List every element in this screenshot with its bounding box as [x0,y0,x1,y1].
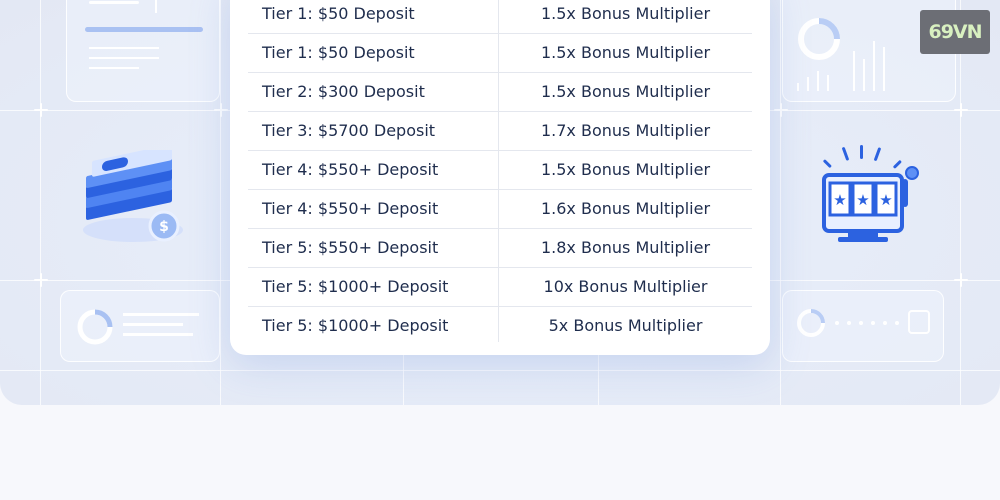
table-row: Tier 5: $550+ Deposit 1.8x Bonus Multipl… [248,228,752,268]
text-lines-graphic [85,0,203,69]
slot-machine-icon: ★ ★ ★ [804,145,924,250]
deposit-cell: Tier 4: $550+ Deposit [262,199,439,218]
table-row: Tier 4: $550+ Deposit 1.6x Bonus Multipl… [248,189,752,229]
bonus-cell: 5x Bonus Multiplier [548,316,703,335]
decor-card [60,290,220,362]
sparkle-icon [774,103,788,117]
deposit-cell: Tier 5: $1000+ Deposit [262,316,449,335]
svg-text:★: ★ [879,191,892,209]
grid-line [960,0,961,405]
deposit-cell: Tier 2: $300 Deposit [262,82,425,101]
money-stack-icon: $ [78,144,188,245]
bonus-cell: 1.7x Bonus Multiplier [540,121,711,140]
bonus-cell: 1.5x Bonus Multiplier [540,82,711,101]
deposit-cell: Tier 1: $50 Deposit [262,43,415,62]
table-row: Tier 3: $5700 Deposit 1.7x Bonus Multipl… [248,111,752,151]
sparkle-icon [214,103,228,117]
bonus-cell: 1.5x Bonus Multiplier [540,4,711,23]
bonus-cell: 1.6x Bonus Multiplier [540,199,711,218]
background-panel: $ ★ ★ ★ Tier 1: $50 Deposit 1.5x Bonus M… [0,0,1000,405]
bonus-tier-table-card: Tier 1: $50 Deposit 1.5x Bonus Multiplie… [230,0,770,355]
progress-graphic [77,309,199,345]
bonus-cell: 1.8x Bonus Multiplier [540,238,711,257]
deposit-cell: Tier 1: $50 Deposit [262,4,415,23]
bonus-cell: 1.5x Bonus Multiplier [540,160,711,179]
grid-line [780,0,781,405]
dots-graphic [797,309,930,337]
deposit-cell: Tier 4: $550+ Deposit [262,160,439,179]
decor-card [782,290,944,362]
sparkle-icon [954,103,968,117]
table-row: Tier 4: $550+ Deposit 1.5x Bonus Multipl… [248,150,752,190]
deposit-cell: Tier 5: $1000+ Deposit [262,277,449,296]
table-row: Tier 5: $1000+ Deposit 5x Bonus Multipli… [248,306,752,345]
table-row: Tier 5: $1000+ Deposit 10x Bonus Multipl… [248,267,752,307]
grid-line [40,0,41,405]
sparkle-icon [34,103,48,117]
svg-text:$: $ [159,219,169,235]
grid-line [0,370,1000,371]
table-row: Tier 1: $50 Deposit 1.5x Bonus Multiplie… [248,33,752,73]
table-row: Tier 2: $300 Deposit 1.5x Bonus Multipli… [248,72,752,112]
sparkle-icon [954,273,968,287]
decor-card [66,0,220,102]
grid-line [220,0,221,405]
bonus-cell: 1.5x Bonus Multiplier [540,43,711,62]
bonus-cell: 10x Bonus Multiplier [543,277,708,296]
sparkle-icon [34,273,48,287]
svg-text:★: ★ [856,191,869,209]
brand-logo: 69VN [920,10,990,54]
deposit-cell: Tier 3: $5700 Deposit [262,121,436,140]
table-row: Tier 1: $50 Deposit 1.5x Bonus Multiplie… [248,0,752,34]
deposit-cell: Tier 5: $550+ Deposit [262,238,439,257]
svg-text:★: ★ [833,191,846,209]
